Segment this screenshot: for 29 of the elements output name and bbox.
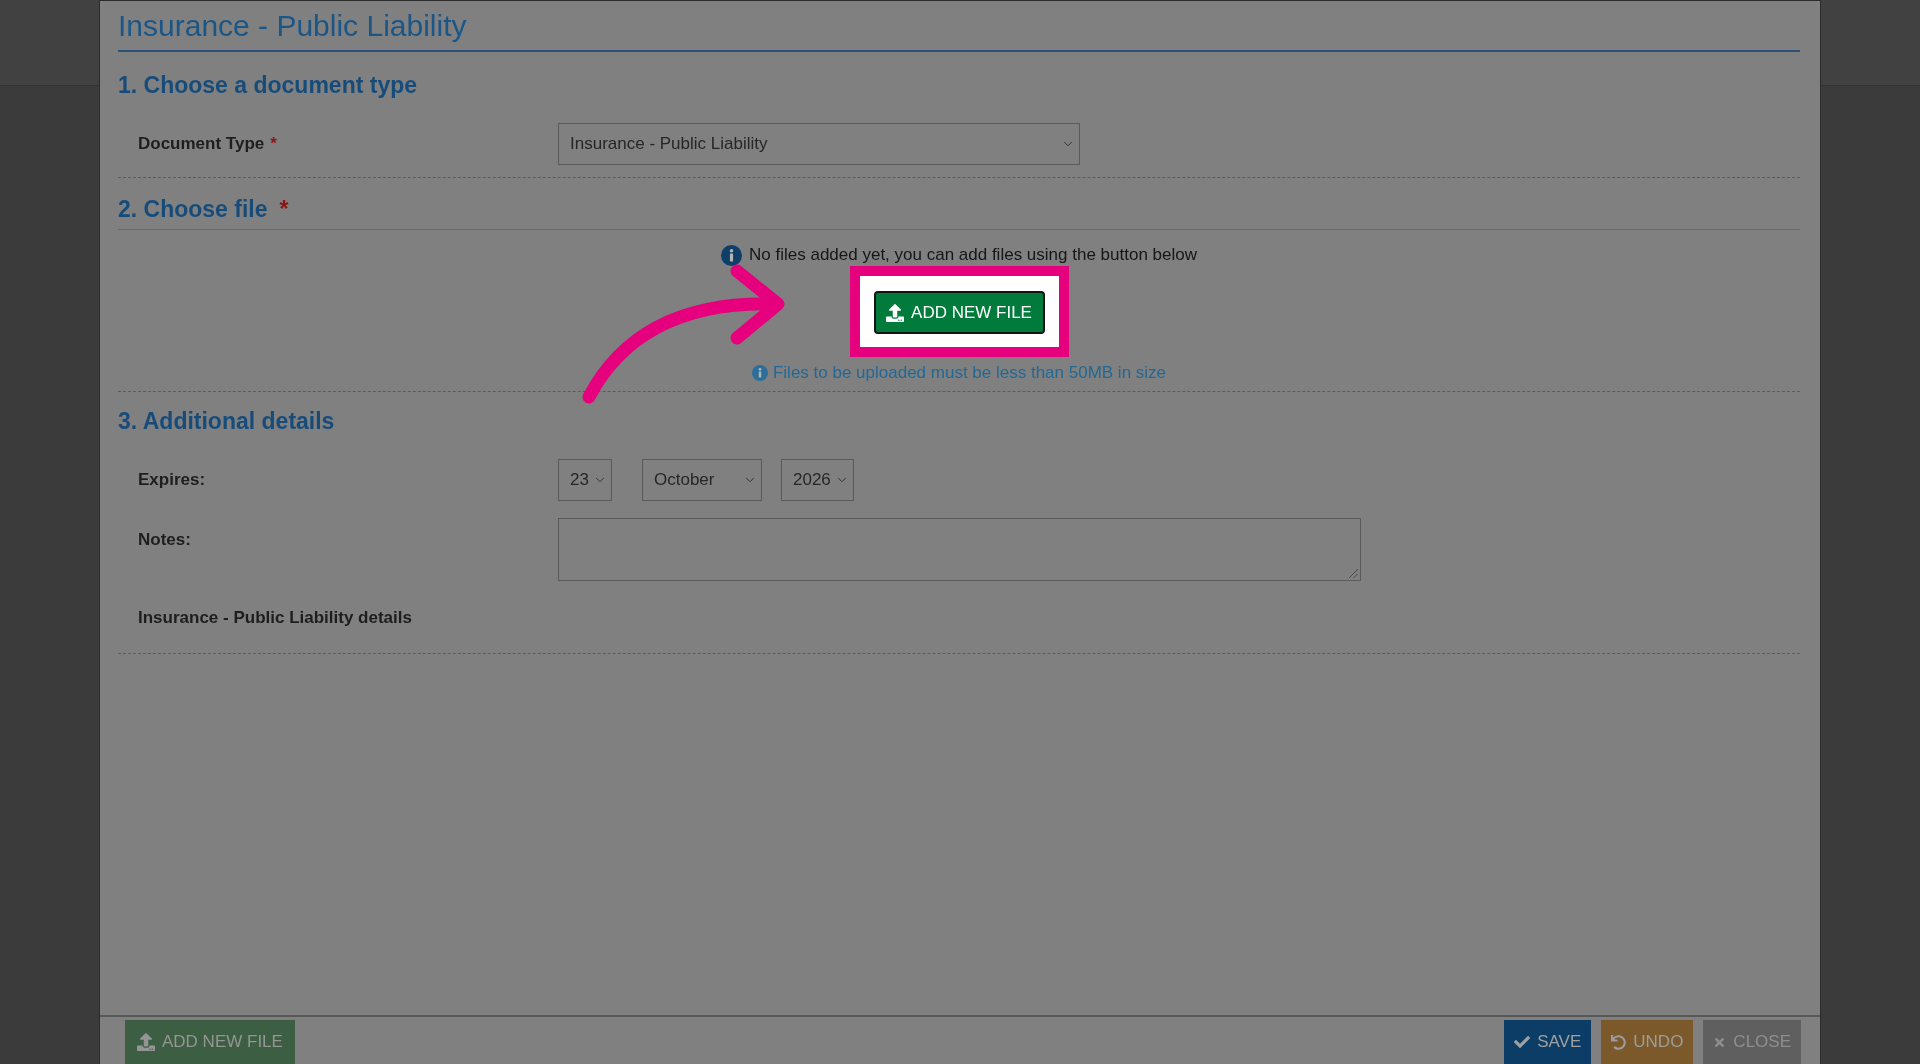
document-type-select[interactable]: Insurance - Public Liability xyxy=(558,123,1080,165)
info-icon xyxy=(721,244,742,266)
notes-field[interactable] xyxy=(558,518,1361,581)
month-select[interactable]: October xyxy=(642,459,762,501)
undo-icon xyxy=(1611,1034,1627,1050)
file-size-note: Files to be uploaded must be less than 50MB in size xyxy=(772,362,1167,384)
field-label: Notes: xyxy=(138,530,191,549)
required-marker: * xyxy=(279,195,289,223)
section-heading: 2. Choose file xyxy=(118,195,268,223)
dialog-title: Insurance - Public Liability xyxy=(118,8,467,44)
field-label: Expires: xyxy=(138,470,206,490)
section-heading: 1. Choose a document type xyxy=(118,71,418,99)
upload-icon xyxy=(886,303,905,322)
info-icon xyxy=(751,365,768,381)
details-subheading: Insurance - Public Liability details xyxy=(138,608,412,627)
section-heading: 3. Additional details xyxy=(118,407,335,435)
field-label: Document Type xyxy=(138,133,265,156)
upload-icon xyxy=(137,1033,155,1051)
check-icon xyxy=(1514,1034,1531,1050)
day-select[interactable]: 23 xyxy=(558,459,612,501)
close-icon xyxy=(1713,1035,1727,1049)
add-file-button[interactable]: ADD NEW FILE xyxy=(873,291,1045,334)
resize-grip-icon xyxy=(1349,569,1358,578)
undo-button[interactable]: UNDO xyxy=(1601,1020,1694,1064)
save-button[interactable]: SAVE xyxy=(1504,1020,1592,1064)
add-file-button[interactable]: ADD NEW FILE xyxy=(125,1020,295,1064)
required-marker: * xyxy=(270,133,277,156)
year-select[interactable]: 2026 xyxy=(781,459,854,501)
empty-files-message: No files added yet, you can add files using the button below xyxy=(749,244,1197,266)
